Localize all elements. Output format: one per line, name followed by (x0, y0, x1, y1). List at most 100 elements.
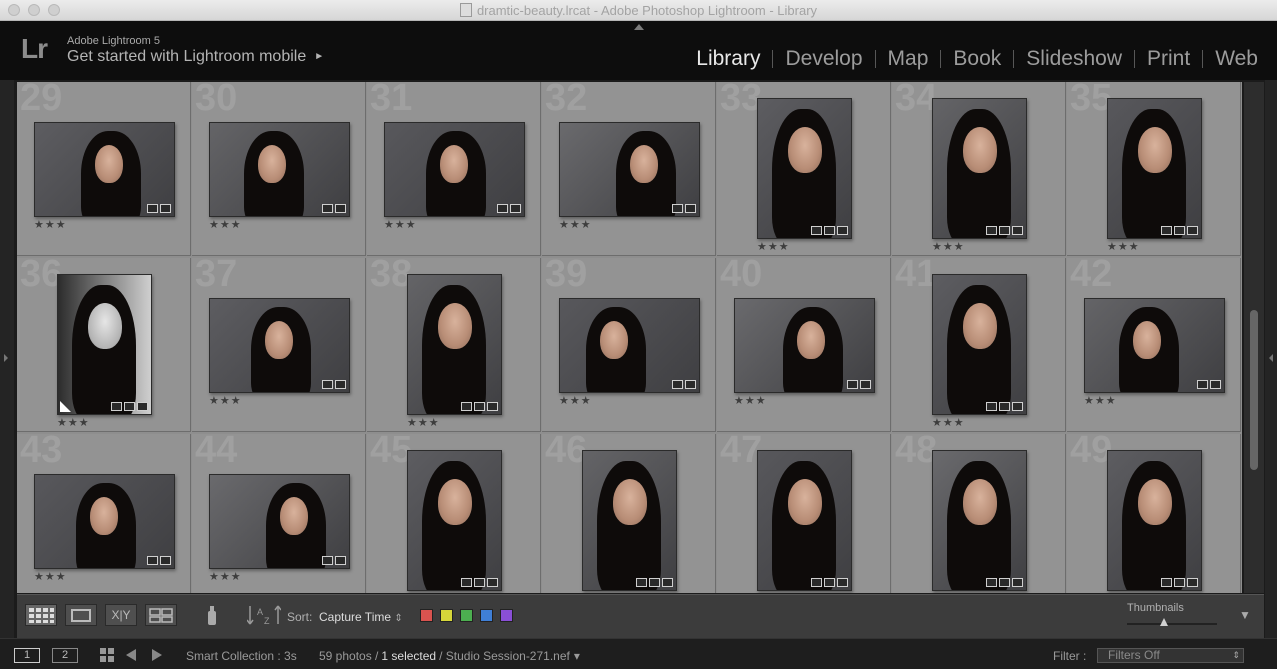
sort-select[interactable]: Capture Time ⇕ (319, 610, 403, 624)
grid-cell[interactable]: 34 ★★★ (892, 82, 1066, 256)
sort-direction-icon[interactable]: AZ (246, 603, 282, 627)
collection-badge-icon[interactable] (999, 226, 1010, 235)
collection-badge-icon[interactable] (636, 578, 647, 587)
grid-scrollbar[interactable] (1244, 82, 1264, 593)
photo-thumbnail[interactable] (932, 274, 1027, 415)
photo-thumbnail[interactable] (559, 298, 700, 393)
grid-cell[interactable]: 40 ★★★ (717, 258, 891, 432)
photo-thumbnail[interactable] (34, 474, 175, 569)
collection-badge-icon[interactable] (811, 578, 822, 587)
collection-badge-icon[interactable] (1197, 380, 1208, 389)
develop-adjusted-icon[interactable] (1187, 226, 1198, 235)
top-panel-toggle-icon[interactable] (634, 24, 644, 30)
photo-thumbnail[interactable] (1084, 298, 1225, 393)
star-rating[interactable]: ★★★ (559, 218, 592, 231)
collection-badge-icon[interactable] (111, 402, 122, 411)
painter-icon[interactable] (205, 603, 219, 627)
toolbar-options-chevron-icon[interactable]: ▼ (1239, 608, 1251, 622)
grid-cell[interactable]: 35 ★★★ (1067, 82, 1241, 256)
collection-badge-icon[interactable] (474, 578, 485, 587)
develop-adjusted-icon[interactable] (160, 556, 171, 565)
loupe-view-button[interactable] (65, 604, 97, 626)
module-map[interactable]: Map (876, 47, 941, 71)
photo-thumbnail[interactable] (757, 98, 852, 239)
photo-thumbnail[interactable] (407, 274, 502, 415)
compare-view-button[interactable]: X|Y (105, 604, 137, 626)
collection-badge-icon[interactable] (461, 578, 472, 587)
forward-arrow-icon[interactable] (152, 649, 162, 661)
star-rating[interactable]: ★★★ (734, 394, 767, 407)
collection-badge-icon[interactable] (986, 578, 997, 587)
grid-cell[interactable]: 33 ★★★ (717, 82, 891, 256)
collection-badge-icon[interactable] (1174, 226, 1185, 235)
photo-thumbnail[interactable] (932, 450, 1027, 591)
star-rating[interactable]: ★★★ (34, 570, 67, 583)
develop-adjusted-icon[interactable] (1210, 380, 1221, 389)
star-rating[interactable]: ★★★ (209, 570, 242, 583)
module-develop[interactable]: Develop (773, 47, 874, 71)
right-panel-toggle-icon[interactable] (1269, 354, 1273, 362)
photo-thumbnail[interactable] (757, 450, 852, 591)
grid-cell[interactable]: 47 (717, 434, 891, 593)
grid-cell[interactable]: 30 ★★★ (192, 82, 366, 256)
grid-cell[interactable]: 31 ★★★ (367, 82, 541, 256)
thumbnail-size-slider[interactable] (1127, 623, 1217, 625)
grid-cell[interactable]: 42 ★★★ (1067, 258, 1241, 432)
module-print[interactable]: Print (1135, 47, 1202, 71)
photo-grid[interactable]: 29 ★★★ 30 ★★★ 31 ★★★ 32 ★★★ 33 ★★★ 34 ★★★ 35 ★★★ 36 ★★★… (17, 82, 1242, 593)
grid-mode-icon[interactable] (100, 648, 114, 667)
star-rating[interactable]: ★★★ (407, 416, 440, 429)
develop-adjusted-icon[interactable] (335, 556, 346, 565)
grid-cell[interactable]: 43 ★★★ (17, 434, 191, 593)
develop-adjusted-icon[interactable] (1012, 578, 1023, 587)
collection-badge-icon[interactable] (824, 226, 835, 235)
photo-thumbnail[interactable] (209, 474, 350, 569)
collection-badge-icon[interactable] (474, 402, 485, 411)
star-rating[interactable]: ★★★ (1107, 240, 1140, 253)
photo-thumbnail[interactable] (209, 122, 350, 217)
filter-select[interactable]: Filters Off ⇕ (1097, 648, 1244, 663)
develop-adjusted-icon[interactable] (160, 204, 171, 213)
collection-badge-icon[interactable] (999, 402, 1010, 411)
grid-cell[interactable]: 38 ★★★ (367, 258, 541, 432)
photo-thumbnail[interactable] (1107, 450, 1202, 591)
collection-badge-icon[interactable] (824, 578, 835, 587)
develop-adjusted-icon[interactable] (837, 226, 848, 235)
develop-adjusted-icon[interactable] (510, 204, 521, 213)
monitor-1-button[interactable]: 1 (14, 648, 40, 663)
develop-adjusted-icon[interactable] (860, 380, 871, 389)
star-rating[interactable]: ★★★ (1084, 394, 1117, 407)
collection-badge-icon[interactable] (986, 402, 997, 411)
photo-thumbnail[interactable] (384, 122, 525, 217)
collection-badge-icon[interactable] (1161, 226, 1172, 235)
collection-badge-icon[interactable] (1174, 578, 1185, 587)
star-rating[interactable]: ★★★ (932, 240, 965, 253)
collection-badge-icon[interactable] (124, 402, 135, 411)
source-collection[interactable]: Smart Collection : 3s (186, 649, 297, 663)
grid-cell[interactable]: 45 (367, 434, 541, 593)
develop-adjusted-icon[interactable] (837, 578, 848, 587)
back-arrow-icon[interactable] (126, 649, 136, 661)
star-rating[interactable]: ★★★ (559, 394, 592, 407)
photo-thumbnail[interactable] (57, 274, 152, 415)
star-rating[interactable]: ★★★ (932, 416, 965, 429)
photo-thumbnail[interactable] (209, 298, 350, 393)
develop-adjusted-icon[interactable] (487, 402, 498, 411)
grid-cell[interactable]: 46 (542, 434, 716, 593)
grid-cell[interactable]: 36 ★★★ (17, 258, 191, 432)
photo-thumbnail[interactable] (407, 450, 502, 591)
collection-badge-icon[interactable] (461, 402, 472, 411)
color-label-swatch[interactable] (420, 609, 433, 622)
photo-thumbnail[interactable] (734, 298, 875, 393)
color-label-swatch[interactable] (500, 609, 513, 622)
star-rating[interactable]: ★★★ (384, 218, 417, 231)
star-rating[interactable]: ★★★ (209, 394, 242, 407)
collection-badge-icon[interactable] (497, 204, 508, 213)
module-slideshow[interactable]: Slideshow (1014, 47, 1134, 71)
module-web[interactable]: Web (1203, 47, 1270, 71)
collection-badge-icon[interactable] (322, 380, 333, 389)
module-library[interactable]: Library (684, 47, 772, 71)
grid-cell[interactable]: 32 ★★★ (542, 82, 716, 256)
collection-badge-icon[interactable] (1161, 578, 1172, 587)
grid-cell[interactable]: 49 (1067, 434, 1241, 593)
